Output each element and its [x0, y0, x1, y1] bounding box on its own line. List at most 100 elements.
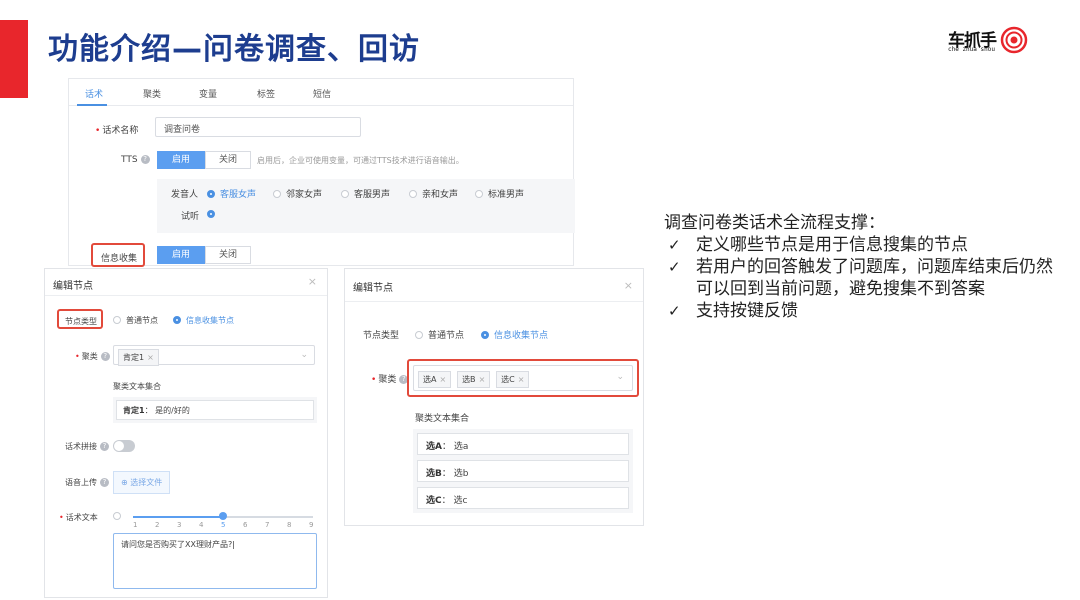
bullet-item: ✓ 若用户的回答触发了问题库，问题库结束后仍然可以回到当前问题，避免搜集不到答案 [668, 257, 1053, 299]
info-disable-button[interactable]: 关闭 [205, 246, 251, 264]
radio-icon [341, 190, 349, 198]
dialog-title: 编辑节点 [53, 281, 93, 292]
tts-disable-button[interactable]: 关闭 [205, 151, 251, 169]
slide-title: 功能介绍—问卷调查、回访 [48, 32, 420, 67]
dialog-title: 编辑节点 [353, 283, 393, 294]
highlight-box [407, 359, 639, 397]
tab-script[interactable]: 话术 [85, 87, 103, 100]
slider-tick-label: 7 [265, 521, 270, 529]
chevron-down-icon: ⌄ [300, 350, 308, 360]
active-tab-indicator [77, 104, 107, 106]
slider-tick-label: 6 [243, 521, 248, 529]
logo-subtext: che zhua shou [948, 46, 995, 53]
divider [345, 301, 643, 302]
highlight-box [57, 309, 103, 329]
node-type-info[interactable]: 信息收集节点 [481, 328, 548, 341]
logo-target-icon [1000, 26, 1028, 54]
radio-icon [273, 190, 281, 198]
script-settings-panel: 话术 聚类 变量 标签 短信 • 话术名称 调查问卷 TTS? 启用 关闭 启用后… [68, 78, 575, 267]
radio-selected-icon [481, 331, 489, 339]
edit-node-dialog-right: 编辑节点 × 节点类型 普通节点 信息收集节点 • 聚类? 选A × 选B × 选C ×… [344, 268, 644, 526]
script-text-area[interactable]: 请问您是否购买了XX理财产品?| [113, 533, 317, 589]
highlight-box [91, 243, 145, 267]
voice-option[interactable]: 客服男声 [341, 187, 390, 200]
voice-options-box: 发音人 客服女声 邻家女声 客服男声 亲和女声 标准男声 试听 [157, 179, 575, 233]
tab-tag[interactable]: 标签 [257, 87, 275, 100]
help-icon: ? [100, 478, 109, 487]
cluster-select[interactable]: 肯定1 × ⌄ [113, 345, 315, 366]
description-heading: 调查问卷类话术全流程支撑： [664, 213, 885, 233]
node-type-normal[interactable]: 普通节点 [415, 328, 464, 341]
help-icon: ? [100, 442, 109, 451]
upload-label: 语音上传? [65, 477, 109, 488]
upload-icon: ⊕ [121, 478, 131, 487]
cluster-set-label: 聚类文本集合 [113, 382, 161, 391]
tab-variable[interactable]: 变量 [199, 87, 217, 100]
play-icon[interactable] [207, 210, 215, 218]
voice-option[interactable]: 邻家女声 [273, 187, 322, 200]
bullet-item: ✓ 定义哪些节点是用于信息搜集的节点 [668, 235, 968, 255]
radio-icon[interactable] [113, 512, 121, 520]
radio-icon [475, 190, 483, 198]
splice-toggle[interactable] [113, 440, 135, 452]
check-icon: ✓ [668, 302, 681, 320]
cluster-set-box: 肯定1： 是的/好的 [113, 397, 317, 423]
cluster-item: 选C： 选c [417, 487, 629, 509]
voice-option[interactable]: 标准男声 [475, 187, 524, 200]
slider-handle[interactable] [219, 512, 227, 520]
tts-enable-button[interactable]: 启用 [157, 151, 205, 169]
speaker-label: 发音人 [171, 190, 199, 200]
help-icon: ? [100, 352, 110, 361]
slider-tick-label: 1 [133, 521, 138, 529]
bullet-item: ✓ 支持按键反馈 [668, 301, 798, 321]
edit-node-dialog-left: 编辑节点 × 节点类型 普通节点 信息收集节点 • 聚类? 肯定1 × ⌄ 聚类文本… [44, 268, 328, 598]
brand-logo: 车抓手 che zhua shou [948, 26, 1030, 54]
info-enable-button[interactable]: 启用 [157, 246, 205, 264]
cluster-tag: 肯定1 × [118, 349, 159, 366]
slider-tick-label: 9 [309, 521, 314, 529]
listen-label: 试听 [181, 212, 200, 222]
check-icon: ✓ [668, 236, 681, 254]
cluster-item: 肯定1： 是的/好的 [116, 400, 314, 420]
cluster-label: • 聚类? [75, 351, 110, 362]
splice-label: 话术拼接? [65, 441, 109, 452]
radio-selected-icon [207, 190, 215, 198]
slider-fill [133, 516, 223, 518]
cluster-item: 选B： 选b [417, 460, 629, 482]
close-icon[interactable]: × [624, 279, 633, 292]
slider-tick-label: 2 [155, 521, 160, 529]
radio-selected-icon [173, 316, 181, 324]
cluster-item: 选A： 选a [417, 433, 629, 455]
cluster-set-label: 聚类文本集合 [415, 414, 470, 424]
slider-tick-label: 5 [221, 521, 226, 529]
tts-hint-text: 启用后，企业可使用变量，可通过TTS技术进行语音输出。 [257, 156, 464, 165]
tab-bar: 话术 聚类 变量 标签 短信 [69, 79, 573, 106]
script-name-input[interactable]: 调查问卷 [155, 117, 361, 137]
tab-cluster[interactable]: 聚类 [143, 87, 161, 100]
voice-option[interactable]: 亲和女声 [409, 187, 458, 200]
tts-label: TTS? [121, 155, 150, 165]
slider-tick-label: 4 [199, 521, 204, 529]
node-type-info[interactable]: 信息收集节点 [173, 315, 234, 326]
radio-icon [409, 190, 417, 198]
radio-icon [113, 316, 121, 324]
accent-bar [0, 20, 28, 98]
node-type-normal[interactable]: 普通节点 [113, 315, 158, 326]
divider [45, 295, 327, 296]
close-icon[interactable]: × [308, 275, 317, 288]
feature-description: 调查问卷类话术全流程支撑： ✓ 定义哪些节点是用于信息搜集的节点 ✓ 若用户的回答触… [664, 212, 1064, 322]
radio-icon [415, 331, 423, 339]
voice-option[interactable]: 客服女声 [207, 187, 256, 200]
slider-tick-label: 3 [177, 521, 182, 529]
script-name-label: • 话术名称 [95, 126, 139, 136]
script-text-label: • 话术文本 [59, 513, 98, 522]
select-file-button[interactable]: ⊕ 选择文件 [113, 471, 171, 494]
cluster-set-box: 选A： 选a 选B： 选b 选C： 选c [413, 429, 633, 513]
node-type-label: 节点类型 [363, 331, 400, 341]
cluster-label: • 聚类? [371, 372, 409, 385]
check-icon: ✓ [668, 258, 681, 276]
remove-icon: × [147, 353, 154, 362]
tab-sms[interactable]: 短信 [313, 87, 331, 100]
slider-tick-label: 8 [287, 521, 292, 529]
help-icon: ? [140, 155, 150, 164]
